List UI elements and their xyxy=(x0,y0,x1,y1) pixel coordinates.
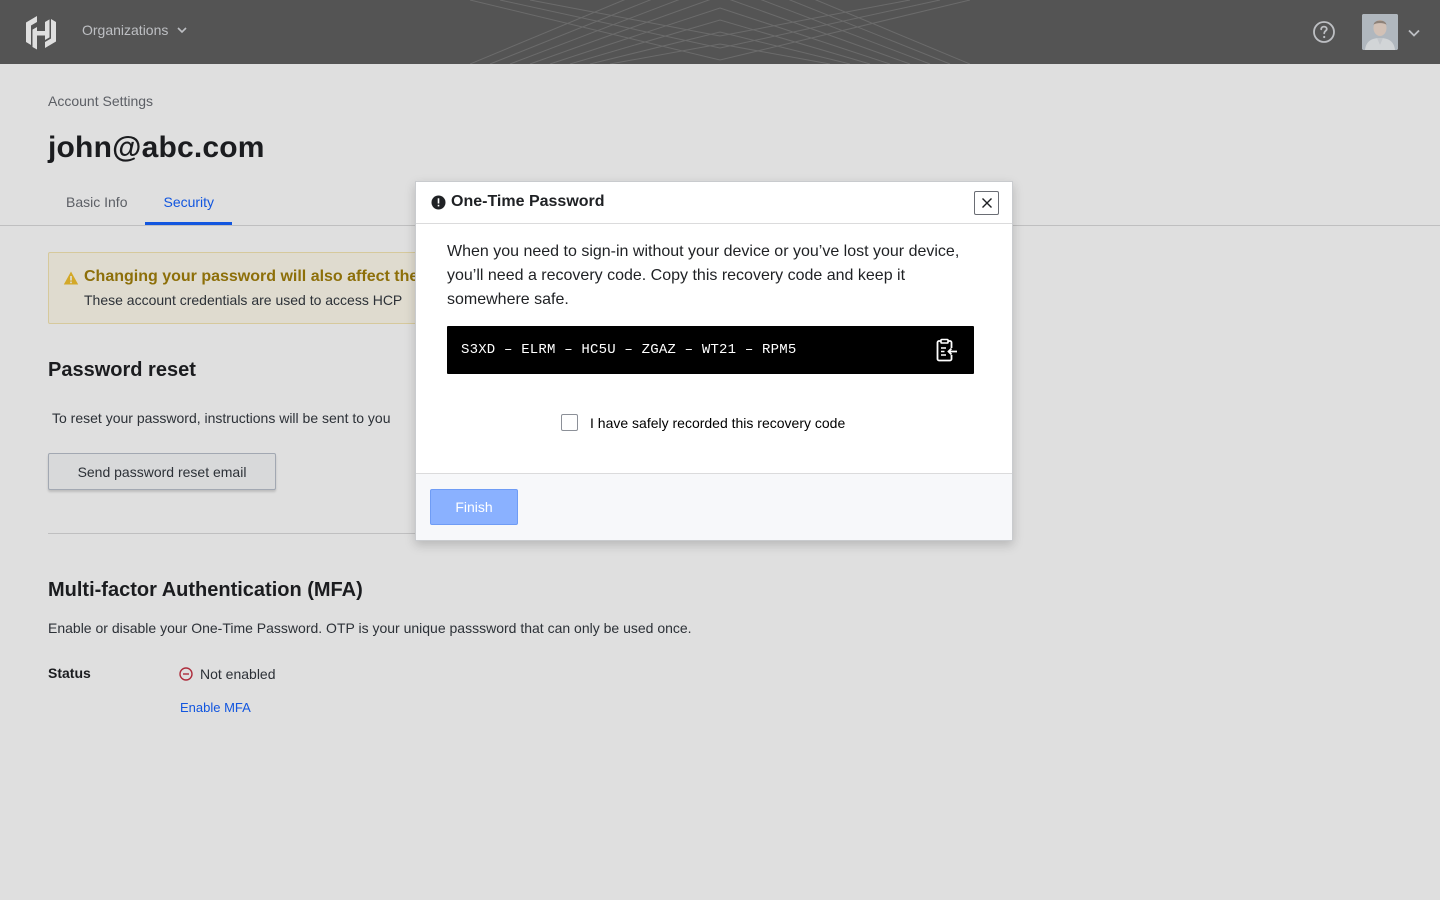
modal-header: One-Time Password xyxy=(416,182,1012,224)
finish-button[interactable]: Finish xyxy=(430,489,518,525)
modal-footer: Finish xyxy=(416,473,1012,540)
recorded-checkbox[interactable] xyxy=(561,414,578,431)
modal-instructions: When you need to sign-in without your de… xyxy=(447,243,960,308)
close-button[interactable] xyxy=(974,191,999,215)
close-icon xyxy=(981,198,992,208)
recovery-code-box: S3XD – ELRM – HC5U – ZGAZ – WT21 – RPM5 xyxy=(447,326,974,374)
clipboard-copy-icon[interactable] xyxy=(933,337,959,363)
one-time-password-modal: One-Time Password When you need to sign-… xyxy=(415,181,1013,541)
confirm-row: I have safely recorded this recovery cod… xyxy=(561,414,845,431)
recovery-code[interactable]: S3XD – ELRM – HC5U – ZGAZ – WT21 – RPM5 xyxy=(461,342,796,358)
alert-circle-icon xyxy=(431,195,446,210)
recorded-checkbox-label[interactable]: I have safely recorded this recovery cod… xyxy=(590,415,845,431)
modal-title: One-Time Password xyxy=(451,193,605,210)
